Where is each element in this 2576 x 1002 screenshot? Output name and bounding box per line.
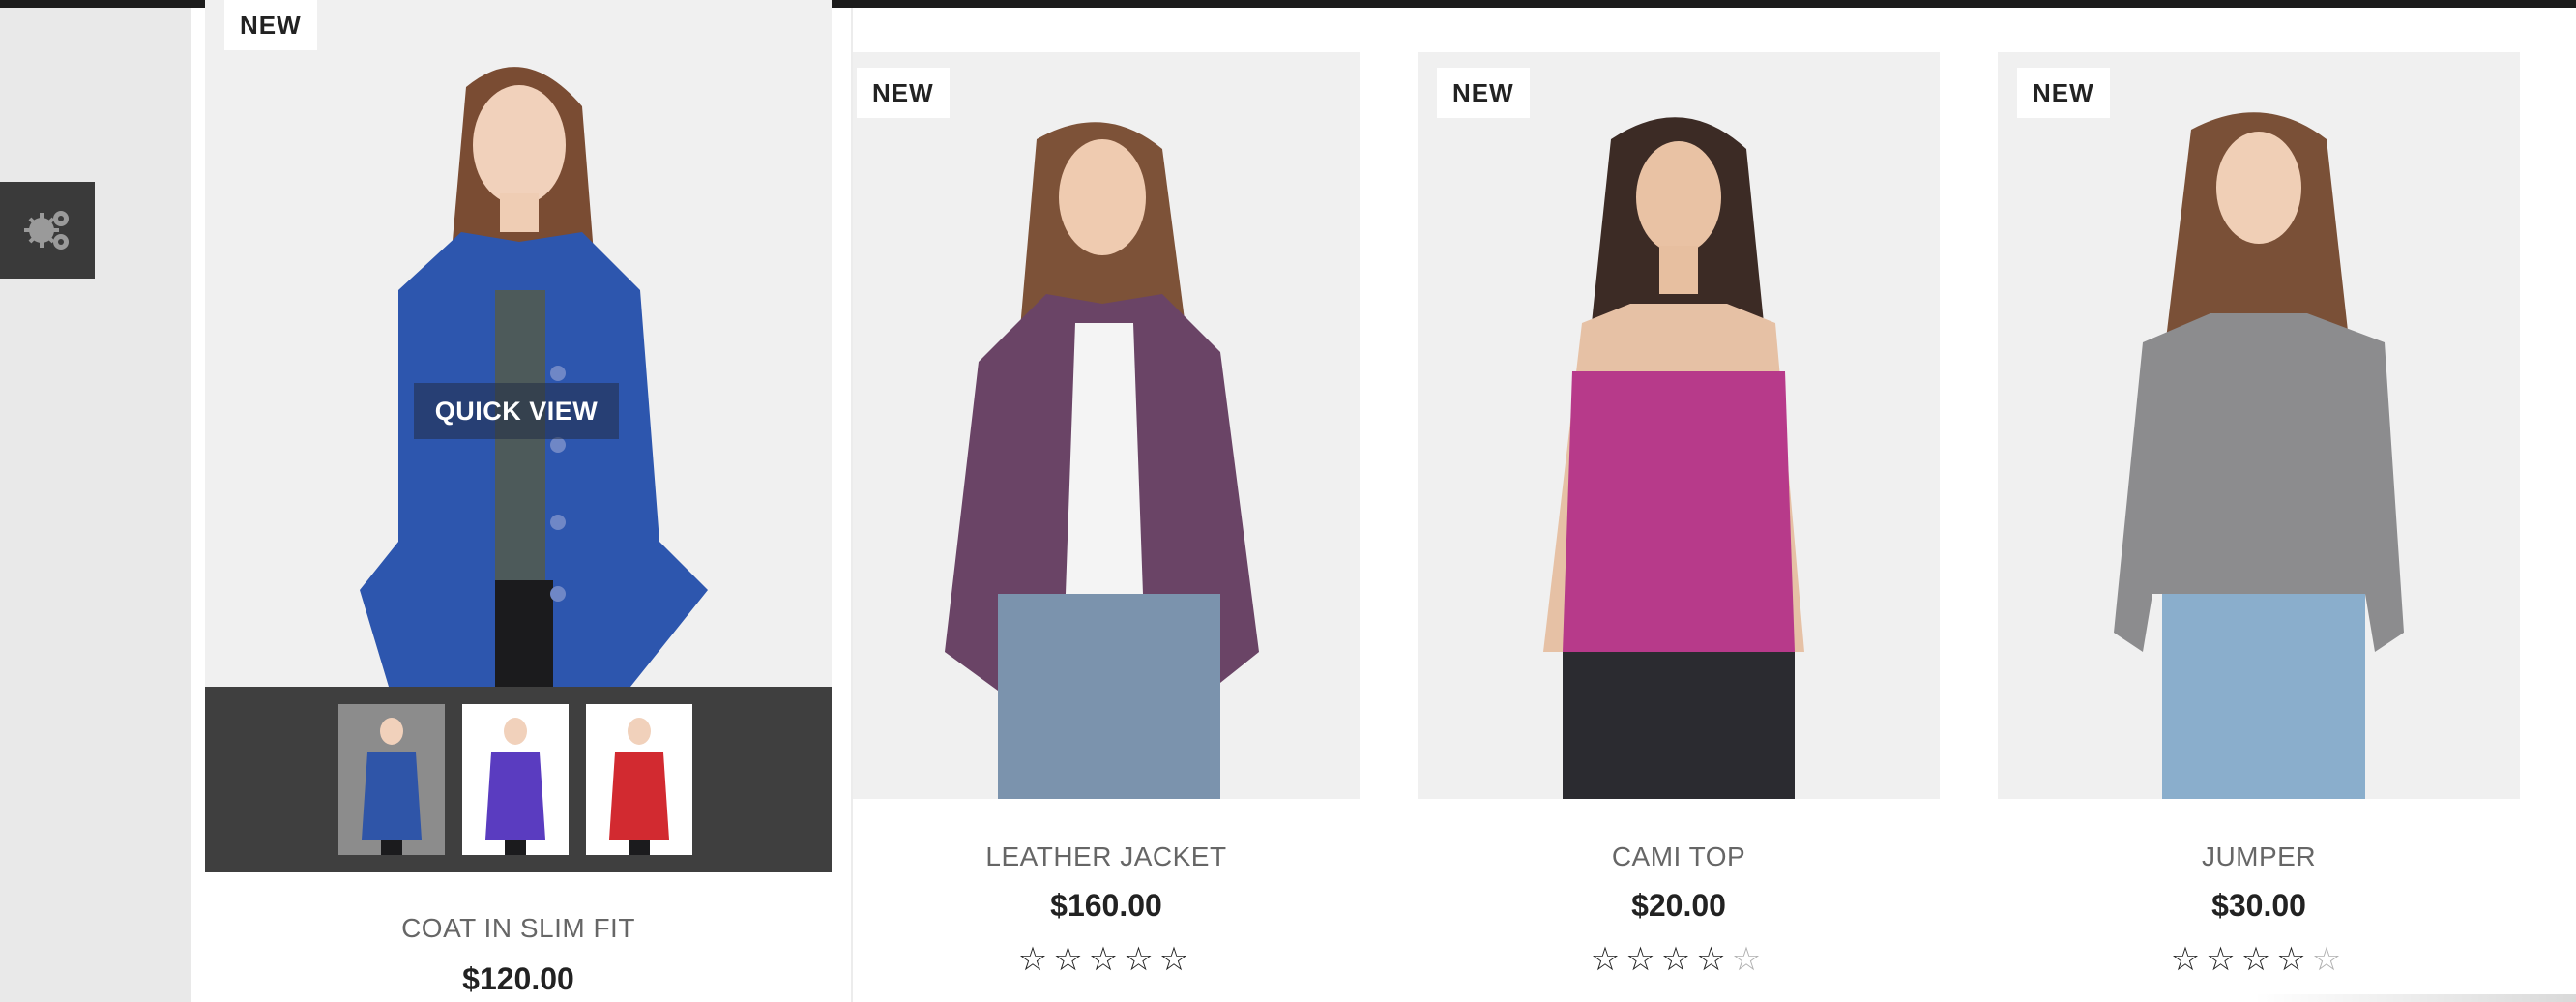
product-title[interactable]: COAT IN SLIM FIT bbox=[205, 913, 832, 944]
product-title[interactable]: CAMI TOP bbox=[1418, 841, 1940, 872]
product-price: $160.00 bbox=[1050, 888, 1162, 923]
star-icon: ☆ bbox=[1625, 940, 1661, 979]
star-icon: ☆ bbox=[1696, 940, 1732, 979]
rating-stars: ☆☆☆☆☆ bbox=[853, 940, 1360, 979]
star-empty-icon: ☆ bbox=[1053, 940, 1089, 979]
model-photo bbox=[1418, 52, 1940, 799]
thumbnail-image bbox=[586, 704, 692, 855]
model-photo bbox=[853, 52, 1360, 799]
thumbnail-red[interactable] bbox=[586, 704, 692, 855]
rating-stars: ☆☆☆☆☆ bbox=[1998, 940, 2520, 979]
quick-view-button[interactable]: QUICK VIEW bbox=[414, 383, 619, 439]
star-icon: ☆ bbox=[2240, 940, 2277, 979]
color-thumbnails bbox=[205, 687, 832, 872]
product-image-jumper[interactable]: NEW bbox=[1998, 52, 2520, 799]
star-empty-icon: ☆ bbox=[1158, 940, 1195, 979]
product-price: $120.00 bbox=[462, 961, 574, 996]
thumbnail-image bbox=[462, 704, 569, 855]
star-icon: ☆ bbox=[2206, 940, 2241, 979]
star-icon: ☆ bbox=[2276, 940, 2312, 979]
product-title[interactable]: LEATHER JACKET bbox=[853, 841, 1360, 872]
star-empty-icon: ☆ bbox=[1088, 940, 1125, 979]
star-empty-icon: ☆ bbox=[1017, 940, 1054, 979]
product-image-cami-top[interactable]: NEW bbox=[1418, 52, 1940, 799]
star-icon: ☆ bbox=[2170, 940, 2207, 979]
gears-icon bbox=[24, 211, 69, 250]
star-empty-icon: ☆ bbox=[1124, 940, 1159, 979]
product-card-leather-jacket[interactable]: NEW LEATHER JACKET $160.00 ☆☆☆☆☆ bbox=[853, 52, 1360, 1002]
new-badge: NEW bbox=[857, 68, 950, 118]
model-photo bbox=[205, 0, 832, 687]
new-badge: NEW bbox=[224, 0, 317, 50]
left-side-panel bbox=[0, 8, 191, 1002]
product-card-coat[interactable]: NEW QUICK VIEW COAT IN SLIM FIT $120.00 bbox=[205, 0, 832, 1002]
product-price: $20.00 bbox=[1631, 888, 1726, 923]
model-photo bbox=[1998, 52, 2520, 799]
star-empty-icon: ☆ bbox=[1731, 940, 1768, 979]
thumbnail-purple[interactable] bbox=[462, 704, 569, 855]
product-card-jumper[interactable]: NEW JUMPER $30.00 ☆☆☆☆☆ bbox=[1998, 52, 2520, 1002]
product-card-cami-top[interactable]: NEW CAMI TOP $20.00 ☆☆☆☆☆ bbox=[1418, 52, 1940, 1002]
thumbnail-blue[interactable] bbox=[338, 704, 445, 855]
product-title[interactable]: JUMPER bbox=[1998, 841, 2520, 872]
rating-stars: ☆☆☆☆☆ bbox=[1418, 940, 1940, 979]
settings-toggle-button[interactable] bbox=[0, 182, 95, 279]
thumbnail-image bbox=[338, 704, 445, 855]
star-icon: ☆ bbox=[1660, 940, 1697, 979]
product-image-leather-jacket[interactable]: NEW bbox=[853, 52, 1360, 799]
star-empty-icon: ☆ bbox=[2311, 940, 2348, 979]
product-price: $30.00 bbox=[2211, 888, 2306, 923]
new-badge: NEW bbox=[1437, 68, 1530, 118]
product-image-coat[interactable]: NEW QUICK VIEW bbox=[205, 0, 832, 687]
new-badge: NEW bbox=[2017, 68, 2110, 118]
star-icon: ☆ bbox=[1590, 940, 1626, 979]
scroll-shadow bbox=[2253, 994, 2576, 1002]
